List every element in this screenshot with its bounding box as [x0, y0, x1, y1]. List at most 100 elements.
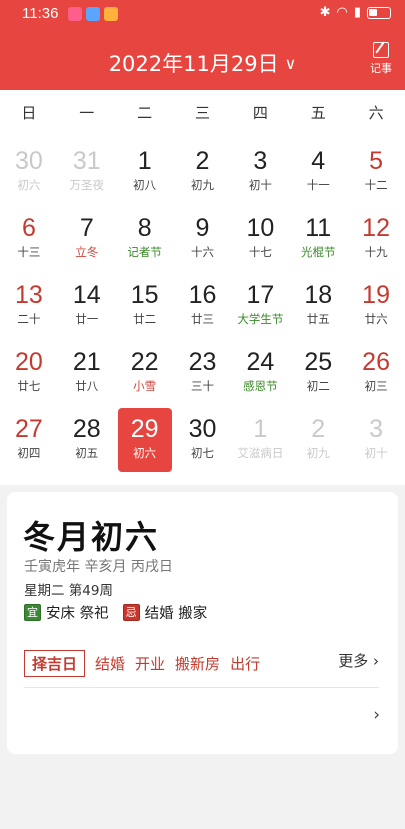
calendar-week-row: 30 初六 31 万圣夜 1 初八 2 初九 3 初十 4 十一 5 十二 — [0, 140, 405, 207]
ganzhi-text: 壬寅虎年 辛亥月 丙戌日 — [24, 559, 173, 575]
day-number: 31 — [72, 147, 101, 175]
day-number: 9 — [195, 214, 210, 242]
date-picker-title[interactable]: 2022年11月29日 ∨ — [0, 48, 405, 78]
calendar-day[interactable]: 25 初二 — [289, 341, 347, 408]
calendar-day[interactable]: 1 艾滋病日 — [231, 408, 289, 475]
day-lunar-label: 小雪 — [133, 379, 157, 393]
edit-icon — [373, 42, 389, 58]
app-header: 11:36 ✱ ◠ ▮ 2022年11月29日 ∨ 记事 — [0, 0, 405, 90]
battery-icon — [367, 6, 391, 19]
calendar-day[interactable]: 20 廿七 — [0, 341, 58, 408]
day-number: 24 — [246, 348, 275, 376]
action-moving[interactable]: 搬新房 — [175, 653, 220, 674]
day-number: 4 — [311, 147, 326, 175]
day-lunar-label: 大学生节 — [237, 312, 284, 326]
app-notification-icon — [86, 7, 100, 21]
calendar-day[interactable]: 7 立冬 — [58, 207, 116, 274]
day-lunar-label: 初五 — [75, 446, 99, 460]
calendar-grid: 30 初六 31 万圣夜 1 初八 2 初九 3 初十 4 十一 5 十二 6 十三 7 立冬 8 记者节 9 十六 10 十… — [0, 140, 405, 475]
day-number: 3 — [369, 415, 384, 443]
day-number: 19 — [362, 281, 390, 309]
day-number: 6 — [21, 214, 36, 242]
calendar-day[interactable]: 28 初五 — [58, 408, 116, 475]
pick-auspicious-day-button[interactable]: 择吉日 — [24, 650, 86, 677]
day-number: 27 — [15, 415, 43, 443]
day-lunar-label: 初八 — [133, 178, 157, 192]
calendar-day[interactable]: 18 廿五 — [289, 274, 347, 341]
day-lunar-label: 光棍节 — [300, 245, 336, 259]
calendar-week-row: 27 初四 28 初五 29 初六 30 初七 1 艾滋病日 2 初九 3 初十 — [0, 408, 405, 475]
day-lunar-label: 初七 — [191, 446, 214, 460]
day-number: 13 — [15, 281, 43, 309]
calendar-day[interactable]: 15 廿二 — [116, 274, 174, 341]
memo-label: 记事 — [370, 62, 392, 75]
calendar-day[interactable]: 2 初九 — [289, 408, 347, 475]
day-lunar-label: 二十 — [17, 312, 41, 326]
calendar-day[interactable]: 5 十二 — [347, 140, 405, 207]
lunar-date: 冬月初六 — [23, 518, 160, 556]
yi-ji-row: 宜 安床 祭祀 忌 结婚 搬家 — [24, 602, 207, 623]
memo-button[interactable]: 记事 — [367, 42, 395, 76]
day-number: 2 — [311, 415, 326, 443]
calendar-day[interactable]: 30 初七 — [174, 408, 232, 475]
calendar-day[interactable]: 23 三十 — [174, 341, 232, 408]
calendar-day-selected[interactable]: 29 初六 — [116, 408, 174, 475]
day-lunar-label: 廿八 — [75, 379, 99, 393]
calendar-day[interactable]: 4 十一 — [289, 140, 347, 207]
calendar-day[interactable]: 11 光棍节 — [289, 207, 347, 274]
calendar-day[interactable]: 6 十三 — [0, 207, 58, 274]
action-opening[interactable]: 开业 — [135, 653, 165, 674]
day-number: 1 — [137, 147, 152, 175]
day-number: 30 — [188, 415, 217, 443]
calendar-day[interactable]: 9 十六 — [174, 207, 232, 274]
day-lunar-label: 记者节 — [127, 245, 162, 259]
day-lunar-label: 廿七 — [17, 379, 41, 393]
calendar-day[interactable]: 27 初四 — [0, 408, 58, 475]
app-notification-icon — [104, 7, 118, 21]
calendar-day[interactable]: 2 初九 — [174, 140, 232, 207]
wifi-icon: ◠ — [336, 5, 348, 20]
action-travel[interactable]: 出行 — [230, 653, 260, 674]
day-lunar-label: 初十 — [364, 446, 388, 460]
day-number: 20 — [15, 348, 43, 376]
calendar-day[interactable]: 31 万圣夜 — [58, 140, 116, 207]
calendar-day[interactable]: 10 十七 — [231, 207, 289, 274]
day-lunar-label: 初四 — [17, 446, 41, 460]
calendar-day[interactable]: 30 初六 — [0, 140, 58, 207]
day-lunar-label: 三十 — [191, 379, 214, 393]
day-lunar-label: 万圣夜 — [69, 178, 105, 192]
calendar-day[interactable]: 12 十九 — [347, 207, 405, 274]
calendar-day[interactable]: 17 大学生节 — [231, 274, 289, 341]
calendar-day[interactable]: 3 初十 — [231, 140, 289, 207]
ji-tag: 忌 — [122, 604, 140, 621]
calendar-day[interactable]: 13 二十 — [0, 274, 58, 341]
calendar-day[interactable]: 24 感恩节 — [231, 341, 289, 408]
day-number: 30 — [15, 147, 43, 175]
calendar-day[interactable]: 26 初三 — [347, 341, 405, 408]
action-wedding[interactable]: 结婚 — [95, 653, 125, 674]
calendar-day[interactable]: 1 初八 — [116, 140, 174, 207]
calendar-week-row: 13 二十 14 廿一 15 廿二 16 廿三 17 大学生节 18 廿五 19 廿六 — [0, 274, 405, 341]
bluetooth-icon: ✱ — [319, 5, 331, 20]
calendar-day[interactable]: 21 廿八 — [58, 341, 116, 408]
status-icons: ✱ ◠ ▮ — [320, 5, 391, 20]
day-number: 16 — [188, 281, 217, 309]
calendar-day[interactable]: 14 廿一 — [58, 274, 116, 341]
day-number: 23 — [188, 348, 217, 376]
weekday-label: 一 — [79, 104, 95, 122]
calendar-day[interactable]: 3 初十 — [347, 408, 405, 475]
day-detail-card: 冬月初六 壬寅虎年 辛亥月 丙戌日 星期二 第49周 宜 安床 祭祀 忌 结婚 … — [7, 492, 398, 754]
day-lunar-label: 廿六 — [364, 312, 388, 326]
divider — [24, 687, 379, 688]
weekday-label: 日 — [21, 104, 37, 122]
calendar-day[interactable]: 19 廿六 — [347, 274, 405, 341]
day-lunar-label: 十七 — [248, 245, 272, 259]
calendar-day[interactable]: 22 小雪 — [116, 341, 174, 408]
day-lunar-label: 初六 — [133, 446, 157, 460]
chevron-right-icon[interactable]: › — [373, 705, 380, 725]
more-label: 更多 — [338, 652, 369, 670]
calendar-day[interactable]: 8 记者节 — [116, 207, 174, 274]
calendar-day[interactable]: 16 廿三 — [174, 274, 232, 341]
more-button[interactable]: 更多 › — [338, 650, 379, 671]
weekday-label: 四 — [252, 104, 268, 122]
